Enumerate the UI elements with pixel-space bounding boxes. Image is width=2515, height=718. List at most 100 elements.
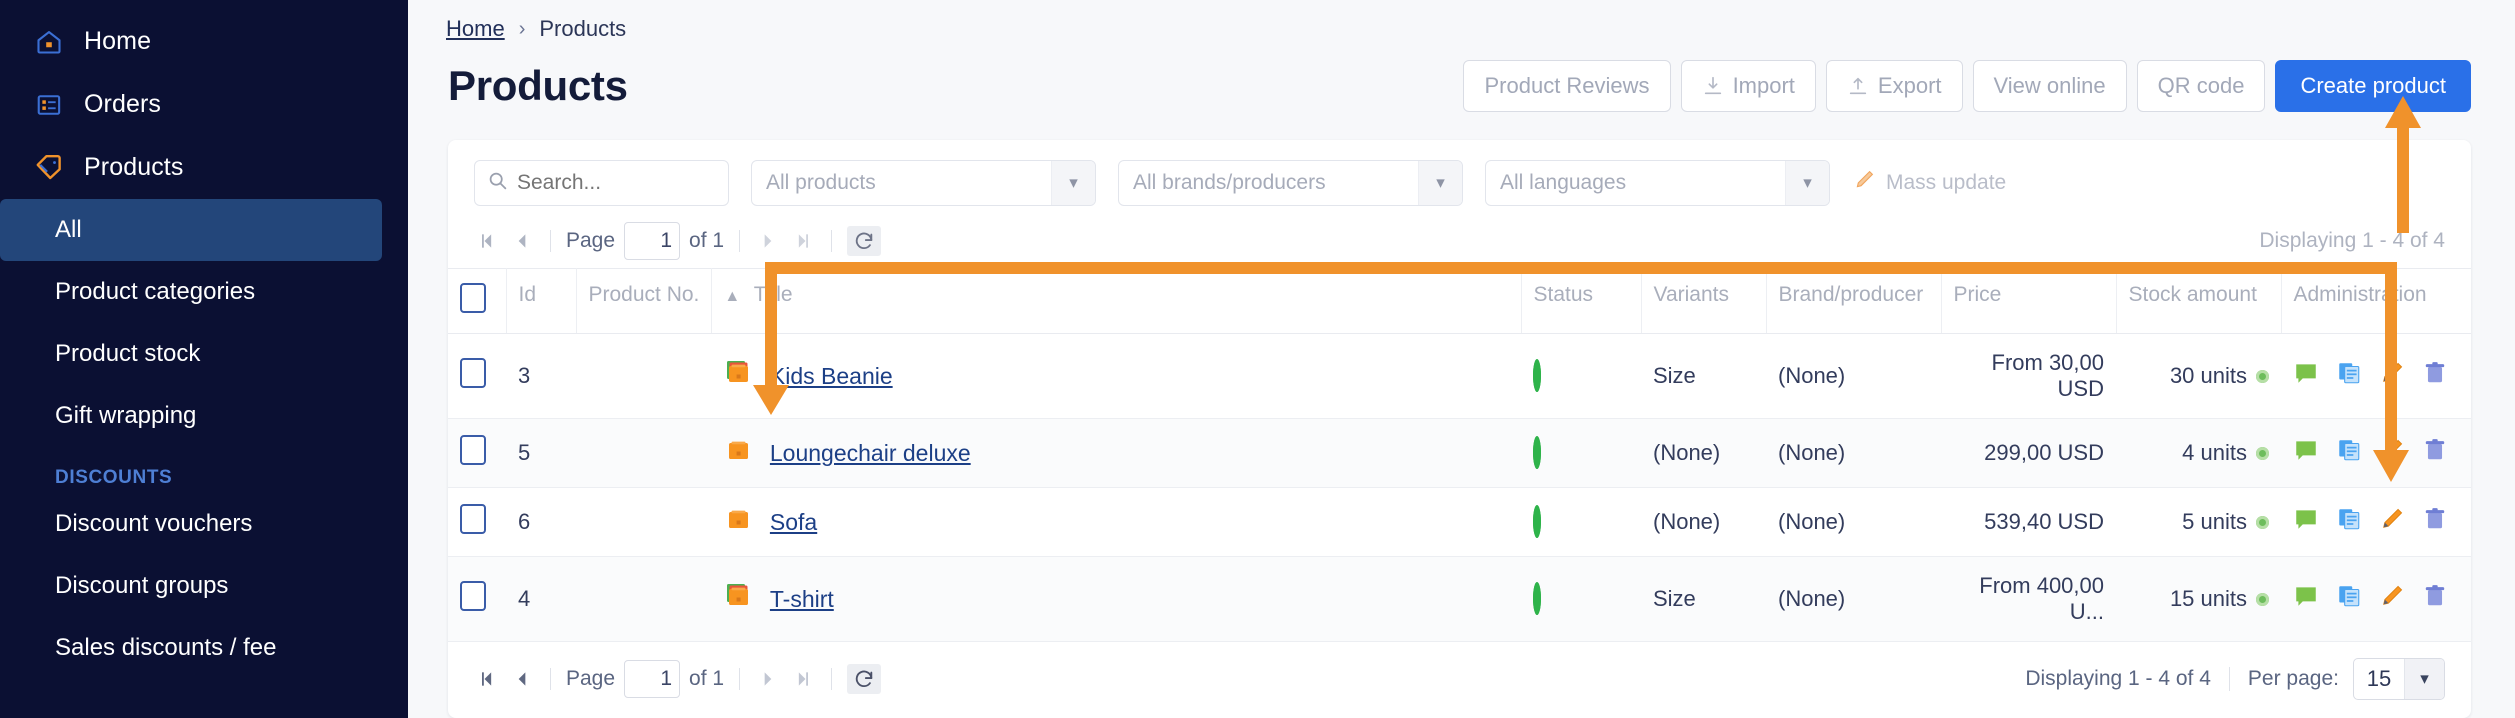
first-page-icon[interactable] [474, 228, 500, 254]
comment-icon[interactable] [2293, 506, 2319, 538]
breadcrumb-home-link[interactable]: Home [446, 16, 505, 42]
previous-page-icon[interactable] [509, 228, 535, 254]
column-header-product-no[interactable]: Product No. [576, 268, 713, 334]
refresh-icon[interactable] [847, 664, 882, 694]
page-number-input[interactable] [624, 222, 681, 260]
column-header-brand-producer[interactable]: Brand/producer [1766, 268, 1942, 334]
cell-id: 6 [506, 487, 576, 557]
comment-icon[interactable] [2293, 360, 2319, 392]
copy-icon[interactable] [2336, 360, 2362, 392]
brands-filter-select[interactable]: All brands/producers ▾ [1118, 160, 1463, 206]
page-label: Page [566, 667, 616, 690]
refresh-icon[interactable] [847, 226, 882, 256]
column-header-price[interactable]: Price [1941, 268, 2117, 334]
column-header-label: Product No. [588, 283, 700, 306]
cell-price: 299,00 USD [1941, 418, 2116, 488]
sidebar-item-home[interactable]: Home [0, 10, 408, 73]
column-header-stock-amount[interactable]: Stock amount [2116, 268, 2282, 334]
sidebar-item-all[interactable]: All [0, 199, 382, 261]
row-checkbox[interactable] [460, 358, 486, 388]
bottom-pager: Page of 1 [474, 660, 882, 698]
search-box[interactable] [474, 160, 729, 206]
product-title-link[interactable]: Kids Beanie [770, 363, 893, 390]
cell-administration [2281, 487, 2471, 557]
cell-title: Loungechair deluxe [711, 418, 1521, 488]
app-root: Home Orders Products All Product categor… [0, 0, 2515, 718]
column-header-variants[interactable]: Variants [1641, 268, 1767, 334]
last-page-icon[interactable] [790, 666, 816, 692]
languages-filter-select[interactable]: All languages ▾ [1485, 160, 1830, 206]
export-button[interactable]: Export [1825, 60, 1963, 112]
product-title-link[interactable]: Sofa [770, 509, 817, 536]
copy-icon[interactable] [2336, 583, 2362, 615]
sidebar-item-orders[interactable]: Orders [0, 73, 408, 136]
row-checkbox[interactable] [460, 435, 486, 465]
column-header-id[interactable]: Id [506, 268, 577, 334]
page-of-label: of 1 [689, 667, 725, 690]
product-title-link[interactable]: Loungechair deluxe [770, 440, 971, 467]
row-checkbox[interactable] [460, 581, 486, 611]
view-online-button[interactable]: View online [1972, 60, 2127, 112]
column-header-status[interactable]: Status [1521, 268, 1642, 334]
tag-icon [34, 153, 64, 183]
row-select-cell [448, 487, 506, 557]
cell-status [1521, 556, 1641, 642]
delete-trash-icon[interactable] [2422, 506, 2448, 538]
select-all-checkbox[interactable] [460, 283, 486, 313]
table-row[interactable]: 3 Kids Beanie Size (None) From 30,00 USD… [448, 333, 2471, 419]
delete-trash-icon[interactable] [2422, 583, 2448, 615]
mass-update-button[interactable]: Mass update [1852, 168, 2006, 198]
edit-pencil-icon[interactable] [2379, 506, 2405, 538]
sidebar-item-discount-groups[interactable]: Discount groups [0, 555, 382, 617]
cell-administration [2281, 556, 2471, 642]
top-pagination-bar: Page of 1 [448, 216, 2471, 268]
cell-brand: (None) [1766, 333, 1941, 419]
sidebar-item-product-stock[interactable]: Product stock [0, 323, 382, 385]
cell-stock: 5 units [2116, 487, 2281, 557]
comment-icon[interactable] [2293, 437, 2319, 469]
top-displaying-count: Displaying 1 - 4 of 4 [2259, 229, 2445, 252]
copy-icon[interactable] [2336, 506, 2362, 538]
edit-pencil-icon[interactable] [2379, 583, 2405, 615]
qr-code-button[interactable]: QR code [2136, 60, 2266, 112]
sidebar-item-products[interactable]: Products [0, 136, 408, 199]
sidebar-section-discounts: DISCOUNTS [55, 467, 173, 488]
sidebar-item-label: Product stock [55, 340, 201, 367]
delete-trash-icon[interactable] [2422, 437, 2448, 469]
import-button[interactable]: Import [1680, 60, 1816, 112]
last-page-icon[interactable] [790, 228, 816, 254]
edit-pencil-icon[interactable] [2379, 360, 2405, 392]
table-row[interactable]: 4 T-shirt Size (None) From 400,00 U... 1… [448, 556, 2471, 642]
per-page-select[interactable]: 15 ▾ [2353, 658, 2445, 700]
table-row[interactable]: 6 Sofa (None) (None) 539,40 USD 5 units [448, 487, 2471, 557]
previous-page-icon[interactable] [509, 666, 535, 692]
products-filter-select[interactable]: All products ▾ [751, 160, 1096, 206]
sidebar-item-discount-vouchers[interactable]: Discount vouchers [0, 493, 382, 555]
table-row[interactable]: 5 Loungechair deluxe (None) (None) 299,0… [448, 418, 2471, 488]
chevron-down-icon: ▾ [1051, 161, 1095, 205]
search-input[interactable] [517, 171, 716, 195]
first-page-icon[interactable] [474, 666, 500, 692]
sidebar-item-label: Product categories [55, 278, 256, 305]
sidebar-item-sales-discounts-fee[interactable]: Sales discounts / fee [0, 617, 382, 679]
sort-ascending-icon: ▲ [724, 288, 741, 305]
delete-trash-icon[interactable] [2422, 360, 2448, 392]
create-product-button[interactable]: Create product [2275, 60, 2471, 112]
row-checkbox[interactable] [460, 504, 486, 534]
next-page-icon[interactable] [755, 228, 781, 254]
comment-icon[interactable] [2293, 583, 2319, 615]
edit-pencil-icon[interactable] [2379, 437, 2405, 469]
column-header-title[interactable]: ▲ Title [711, 268, 1522, 334]
copy-icon[interactable] [2336, 437, 2362, 469]
next-page-icon[interactable] [755, 666, 781, 692]
product-title-link[interactable]: T-shirt [770, 586, 834, 613]
stock-value: 5 units [2182, 509, 2247, 534]
product-reviews-button[interactable]: Product Reviews [1463, 60, 1671, 112]
chevron-down-icon: ▾ [2404, 659, 2444, 699]
page-number-input[interactable] [624, 660, 681, 698]
sidebar-item-gift-wrapping[interactable]: Gift wrapping [0, 385, 382, 447]
sidebar-item-product-categories[interactable]: Product categories [0, 261, 382, 323]
row-select-cell [448, 333, 506, 419]
per-page-value: 15 [2366, 666, 2392, 691]
home-icon [34, 27, 64, 57]
